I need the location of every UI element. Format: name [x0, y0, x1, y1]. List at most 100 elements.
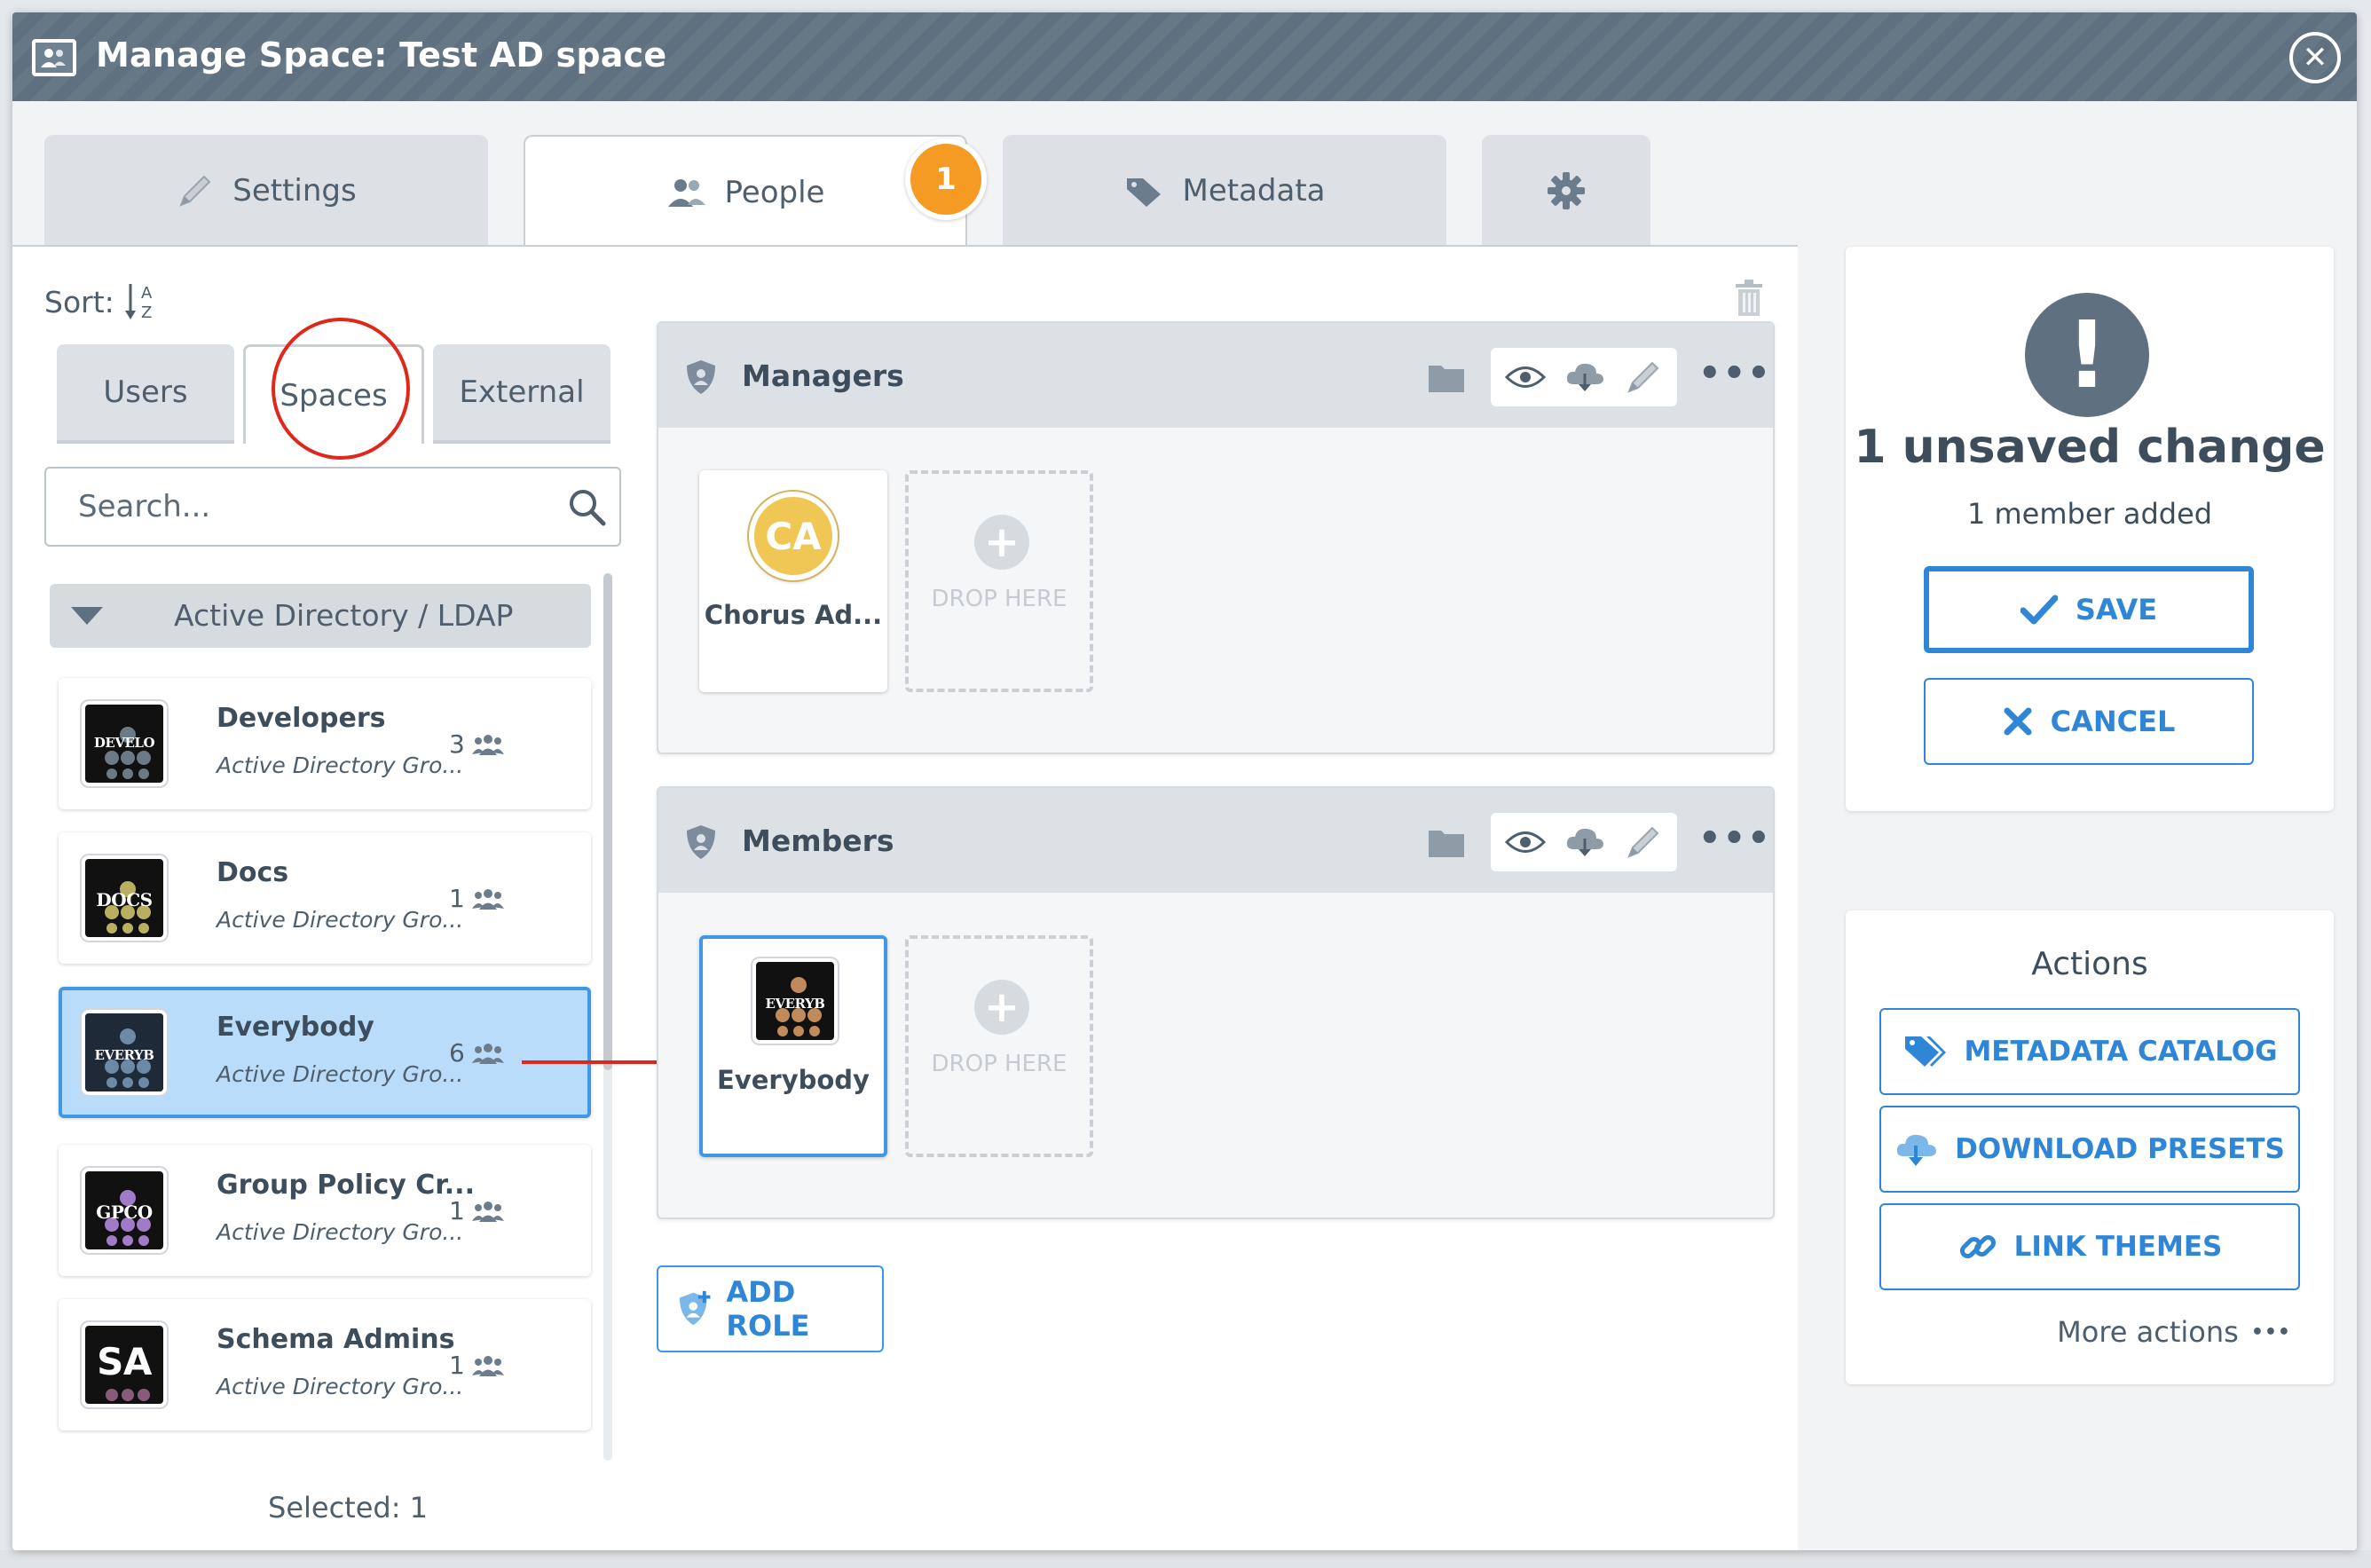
- member-count-value: 3: [449, 729, 465, 759]
- link-themes-button[interactable]: LINK THEMES: [1879, 1203, 2300, 1290]
- item-subtitle: Active Directory Gro...: [217, 907, 464, 933]
- member-card[interactable]: CA Chorus Ad...: [699, 470, 887, 692]
- more-icon: •••: [2250, 1320, 2291, 1343]
- item-name: Docs: [217, 857, 289, 888]
- item-name: Everybody: [217, 1012, 374, 1043]
- list-item[interactable]: GPCO Group Policy Cr... Active Directory…: [59, 1145, 591, 1276]
- space-thumbnail: DOCS: [82, 855, 167, 941]
- eye-icon[interactable]: [1505, 364, 1547, 390]
- manage-space-modal: Manage Space: Test AD space ✕ Settings P…: [12, 12, 2357, 1550]
- subtab-users[interactable]: Users: [57, 344, 234, 444]
- link-themes-label: LINK THEMES: [2013, 1231, 2223, 1263]
- users-icon: [471, 888, 504, 910]
- search-box: [44, 467, 621, 547]
- folder-icon[interactable]: [1427, 360, 1466, 394]
- search-input[interactable]: [48, 470, 545, 543]
- scrollbar-thumb[interactable]: [603, 573, 612, 1070]
- member-count: 1: [449, 884, 504, 913]
- search-icon[interactable]: [566, 486, 607, 527]
- thumb-text: GPCO: [96, 1202, 153, 1223]
- group-header-ldap[interactable]: Active Directory / LDAP: [50, 584, 591, 648]
- role-panel-managers: Managers ••• CA Chorus Ad... + DROP HERE: [657, 321, 1775, 754]
- drop-label: DROP HERE: [931, 586, 1067, 612]
- folder-icon[interactable]: [1427, 825, 1466, 859]
- plus-icon: +: [974, 515, 1029, 570]
- pencil-icon[interactable]: [1624, 823, 1663, 862]
- trash-icon[interactable]: [1734, 279, 1764, 321]
- tab-settings[interactable]: Settings: [44, 135, 488, 247]
- space-users-icon: [32, 39, 76, 76]
- item-subtitle: Active Directory Gro...: [217, 752, 464, 778]
- tab-settings-label: Settings: [232, 173, 357, 209]
- thumb-text: EVERYB: [94, 1047, 154, 1063]
- item-name: Group Policy Cr...: [217, 1170, 475, 1201]
- item-subtitle: Active Directory Gro...: [217, 1374, 464, 1399]
- thumb-text: DEVELO: [93, 735, 155, 751]
- add-role-button[interactable]: ADD ROLE: [657, 1265, 884, 1352]
- role-panel-members: Members ••• EVERYB Everybody + DROP HERE: [657, 786, 1775, 1219]
- member-count-value: 1: [449, 1196, 465, 1225]
- shield-icon: [687, 825, 715, 859]
- metadata-catalog-button[interactable]: METADATA CATALOG: [1879, 1008, 2300, 1095]
- more-icon[interactable]: •••: [1698, 818, 1772, 859]
- sort-az-icon: A Z: [124, 284, 153, 322]
- tab-metadata[interactable]: Metadata: [1003, 135, 1446, 247]
- users-icon: [471, 1201, 504, 1222]
- shield-icon: [687, 360, 715, 394]
- pencil-icon: [179, 175, 211, 207]
- subtab-external[interactable]: External: [433, 344, 610, 444]
- more-icon[interactable]: •••: [1698, 353, 1772, 394]
- add-role-label: ADD ROLE: [726, 1275, 810, 1343]
- users-icon: [471, 1043, 504, 1064]
- member-count: 6: [449, 1038, 504, 1068]
- drop-zone[interactable]: + DROP HERE: [905, 470, 1093, 692]
- subtab-users-label: Users: [103, 374, 188, 410]
- sort-label: Sort:: [44, 284, 114, 319]
- title-bar: Manage Space: Test AD space ✕: [12, 12, 2357, 101]
- check-icon: [2020, 595, 2058, 625]
- role-title: Managers: [742, 359, 904, 393]
- shield-add-icon: [679, 1290, 711, 1326]
- window-title: Manage Space: Test AD space: [96, 35, 667, 75]
- annotation-circle: [272, 318, 410, 460]
- unsaved-changes-panel: ! 1 unsaved change 1 member added SAVE C…: [1846, 247, 2334, 811]
- cloud-download-icon[interactable]: [1564, 824, 1605, 860]
- more-actions-link[interactable]: More actions •••: [2057, 1315, 2291, 1349]
- background-strip: [0, 1550, 2371, 1568]
- drop-zone[interactable]: + DROP HERE: [905, 935, 1093, 1157]
- member-count-value: 1: [449, 884, 465, 913]
- drop-label: DROP HERE: [931, 1051, 1067, 1077]
- list-item-selected[interactable]: EVERYB Everybody Active Directory Gro...…: [59, 987, 591, 1118]
- cloud-download-icon[interactable]: [1564, 359, 1605, 395]
- unsaved-count-badge: 1: [905, 138, 987, 220]
- tag-icon: [1127, 178, 1162, 207]
- space-thumbnail: EVERYB: [752, 958, 838, 1044]
- tab-people-label: People: [724, 175, 825, 210]
- tab-advanced[interactable]: [1482, 135, 1650, 247]
- tags-icon: [1905, 1036, 1947, 1067]
- tab-people[interactable]: People: [524, 135, 967, 248]
- thumb-text: EVERYB: [765, 996, 825, 1012]
- selected-count: Selected: 1: [268, 1491, 429, 1525]
- member-card[interactable]: EVERYB Everybody: [699, 935, 887, 1157]
- list-item[interactable]: SA Schema Admins Active Directory Gro...…: [59, 1299, 591, 1430]
- more-actions-label: More actions: [2057, 1315, 2239, 1349]
- member-count-value: 1: [449, 1351, 465, 1380]
- pencil-icon[interactable]: [1624, 358, 1663, 397]
- cancel-button[interactable]: CANCEL: [1924, 678, 2254, 765]
- member-name: Everybody: [717, 1065, 870, 1095]
- svg-text:A: A: [141, 284, 153, 303]
- save-label: SAVE: [2075, 593, 2158, 626]
- gear-icon: [1548, 172, 1585, 209]
- list-item[interactable]: DEVELO Developers Active Directory Gro..…: [59, 678, 591, 809]
- close-circle-icon[interactable]: ✕: [2289, 32, 2341, 83]
- save-button[interactable]: SAVE: [1924, 566, 2254, 653]
- sort-control[interactable]: Sort: A Z: [44, 280, 159, 323]
- actions-panel: Actions METADATA CATALOG DOWNLOAD PRESET…: [1846, 910, 2334, 1384]
- download-presets-button[interactable]: DOWNLOAD PRESETS: [1879, 1106, 2300, 1193]
- eye-icon[interactable]: [1505, 829, 1547, 855]
- unsaved-subtitle: 1 member added: [1966, 497, 2213, 531]
- list-item[interactable]: DOCS Docs Active Directory Gro... 1: [59, 832, 591, 964]
- thumb-text: SA: [97, 1340, 152, 1383]
- thumb-text: DOCS: [96, 889, 153, 910]
